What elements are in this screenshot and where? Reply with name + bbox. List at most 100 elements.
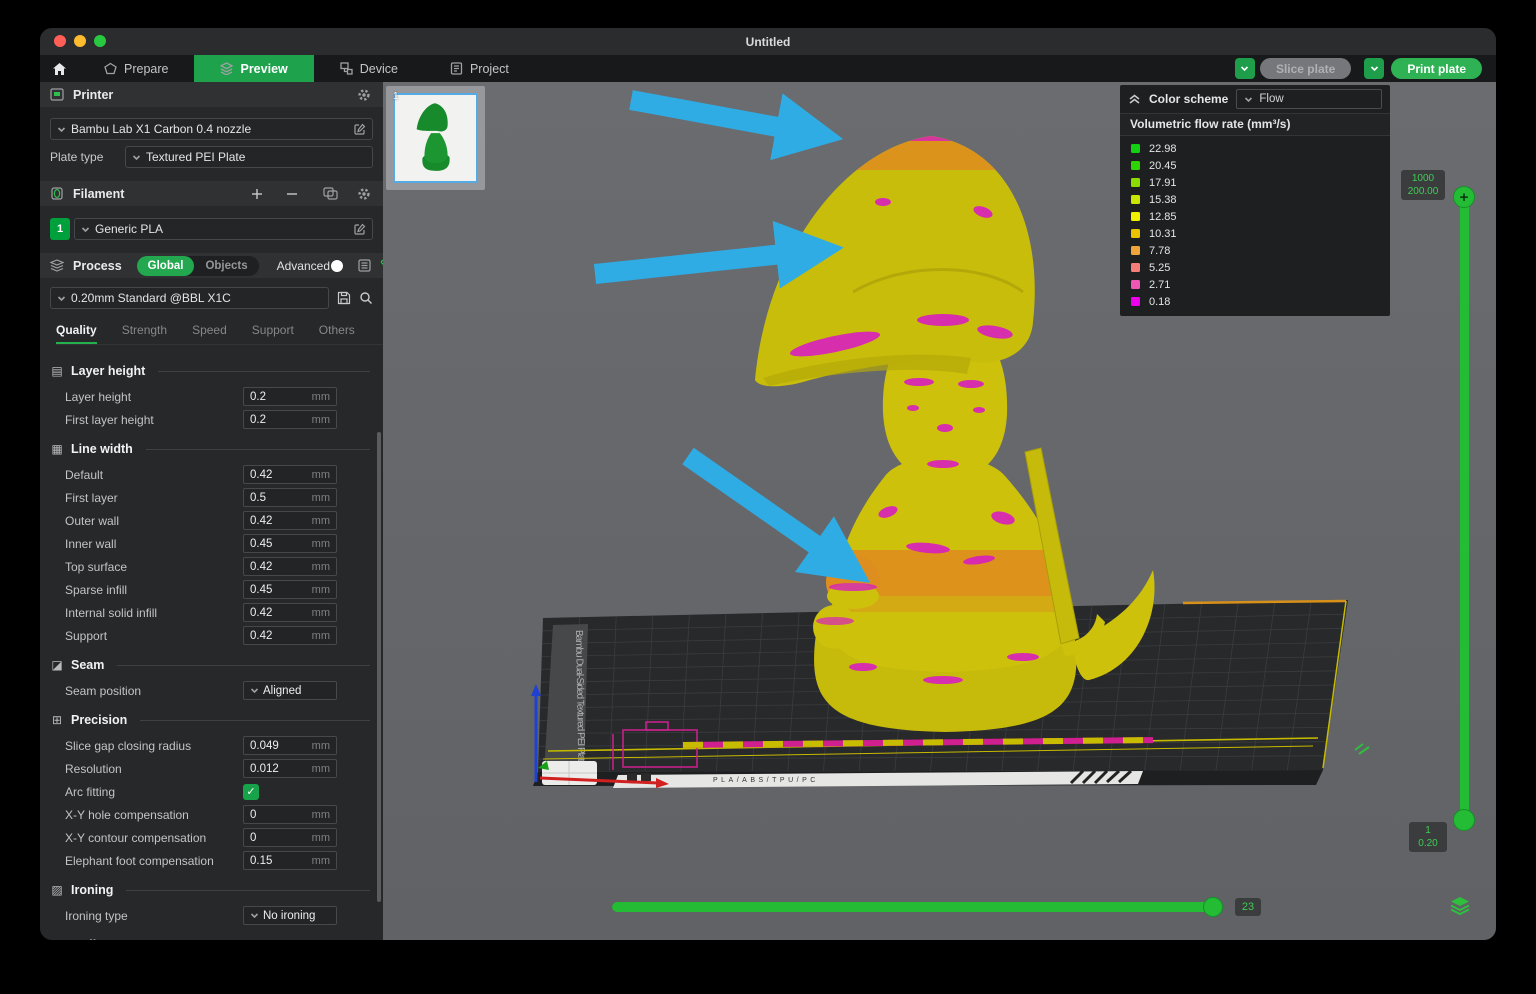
tab-prepare[interactable]: Prepare [78, 55, 194, 82]
elephant-foot-compensation-input[interactable]: 0.15mm [243, 851, 337, 870]
print-options-dropdown[interactable] [1364, 58, 1384, 79]
edit-filament-icon[interactable] [354, 223, 366, 235]
setting-row-internal-solid-infill: Internal solid infill0.42mm [65, 603, 337, 622]
zoom-button[interactable] [94, 35, 106, 47]
move-slider-handle[interactable] [1203, 897, 1223, 917]
first-layer-height-input[interactable]: 0.2mm [243, 410, 337, 429]
tab-project[interactable]: Project [424, 55, 535, 82]
sidebar-scrollbar[interactable] [377, 432, 381, 902]
tab-preview[interactable]: Preview [194, 55, 313, 82]
resolution-input[interactable]: 0.012mm [243, 759, 337, 778]
annotation-arrow-bottom [688, 456, 820, 548]
filament-slot-badge[interactable]: 1 [50, 218, 70, 240]
top-layer-height: 200.00 [1405, 185, 1441, 198]
input-unit: mm [312, 607, 330, 619]
internal-solid-infill-input[interactable]: 0.42mm [243, 603, 337, 622]
move-slider-fill [612, 902, 1213, 912]
remove-filament-icon[interactable] [286, 188, 298, 200]
legend-item: 2.71 [1120, 276, 1390, 293]
support-input[interactable]: 0.42mm [243, 626, 337, 645]
layers-view-button[interactable] [1447, 892, 1473, 918]
inner-wall-input[interactable]: 0.45mm [243, 534, 337, 553]
plate-thumbnail[interactable]: 1 [386, 86, 485, 190]
home-button[interactable] [40, 55, 78, 82]
process-tab-support[interactable]: Support [252, 319, 294, 344]
legend-item: 0.18 [1120, 293, 1390, 310]
arc-fitting-checkbox[interactable]: ✓ [243, 784, 259, 800]
slice-gap-closing-radius-input[interactable]: 0.049mm [243, 736, 337, 755]
print-plate-button[interactable]: Print plate [1391, 58, 1482, 79]
search-settings-icon[interactable] [359, 291, 373, 305]
view-all-settings-icon[interactable] [358, 259, 371, 272]
sparse-infill-input[interactable]: 0.45mm [243, 580, 337, 599]
legend-value: 15.38 [1149, 194, 1177, 206]
setting-row-outer-wall: Outer wall0.42mm [65, 511, 337, 530]
input-value: 0.2 [250, 414, 312, 426]
legend-item: 17.91 [1120, 174, 1390, 191]
default-input[interactable]: 0.42mm [243, 465, 337, 484]
layer-slider-top-handle[interactable] [1453, 186, 1475, 208]
input-value: 0.42 [250, 630, 312, 642]
filament-preset-select[interactable]: Generic PLA [74, 218, 373, 240]
bottom-layer-number: 1 [1413, 824, 1443, 837]
plate-type-select[interactable]: Textured PEI Plate [125, 146, 373, 168]
legend-value: 10.31 [1149, 228, 1177, 240]
layer-height-input[interactable]: 0.2mm [243, 387, 337, 406]
input-unit: mm [312, 740, 330, 752]
process-tab-speed[interactable]: Speed [192, 319, 227, 344]
scope-objects[interactable]: Objects [194, 256, 258, 276]
save-preset-icon[interactable] [337, 291, 351, 305]
process-tab-others[interactable]: Others [319, 319, 355, 344]
printer-settings-gear-icon[interactable] [357, 88, 371, 102]
legend-title: Color scheme [1149, 92, 1228, 106]
process-section-header: Process Global Objects Advanced [40, 253, 383, 278]
layer-height-icon: ▤ [50, 364, 64, 378]
input-value: 0.42 [250, 607, 312, 619]
ironing-header: ▨Ironing [50, 880, 370, 900]
input-value: 0.15 [250, 855, 312, 867]
setting-row-elephant-foot-compensation: Elephant foot compensation0.15mm [65, 851, 337, 870]
color-scheme-select[interactable]: Flow [1236, 89, 1382, 109]
first-layer-input[interactable]: 0.5mm [243, 488, 337, 507]
setting-row-first-layer: First layer0.5mm [65, 488, 337, 507]
layer-slider-track[interactable] [1460, 197, 1469, 820]
filament-settings-gear-icon[interactable] [357, 187, 371, 201]
input-value: 0.42 [250, 561, 312, 573]
process-preset-select[interactable]: 0.20mm Standard @BBL X1C [50, 287, 329, 309]
toolbar-actions: Slice plate Print plate [1235, 58, 1482, 79]
input-unit: mm [312, 832, 330, 844]
close-button[interactable] [54, 35, 66, 47]
x-y-contour-compensation-input[interactable]: 0mm [243, 828, 337, 847]
input-unit: mm [312, 584, 330, 596]
seam-header: ◪Seam [50, 655, 370, 675]
legend-swatch [1131, 178, 1140, 187]
scope-global[interactable]: Global [137, 256, 195, 276]
line-width-header: ▦Line width [50, 439, 370, 459]
preview-icon [220, 62, 233, 75]
add-filament-icon[interactable] [251, 188, 263, 200]
outer-wall-input[interactable]: 0.42mm [243, 511, 337, 530]
setting-label: Resolution [65, 762, 243, 776]
layer-slider-bottom-handle[interactable] [1453, 809, 1475, 831]
top-surface-input[interactable]: 0.42mm [243, 557, 337, 576]
tab-label: Prepare [124, 62, 168, 76]
preview-viewport[interactable]: Bambu Dual-Sided Textured PEI Plate PLA/… [383, 82, 1496, 940]
minimize-button[interactable] [74, 35, 86, 47]
ironing-type-select[interactable]: No ironing [243, 906, 337, 925]
printer-preset-select[interactable]: Bambu Lab X1 Carbon 0.4 nozzle [50, 118, 373, 140]
slice-plate-button[interactable]: Slice plate [1260, 58, 1351, 79]
process-tab-strength[interactable]: Strength [122, 319, 167, 344]
input-value: 0.45 [250, 584, 312, 596]
tab-device[interactable]: Device [314, 55, 424, 82]
x-y-hole-compensation-input[interactable]: 0mm [243, 805, 337, 824]
collapse-legend-icon[interactable] [1128, 93, 1141, 105]
edit-printer-icon[interactable] [354, 123, 366, 135]
ams-sync-icon[interactable] [323, 187, 338, 200]
prepare-icon [104, 62, 117, 75]
line-width-icon: ▦ [50, 442, 64, 456]
slice-options-dropdown[interactable] [1235, 58, 1255, 79]
process-tab-quality[interactable]: Quality [56, 319, 97, 344]
seam-position-select[interactable]: Aligned [243, 681, 337, 700]
legend-swatch [1131, 212, 1140, 221]
setting-label: Support [65, 629, 243, 643]
